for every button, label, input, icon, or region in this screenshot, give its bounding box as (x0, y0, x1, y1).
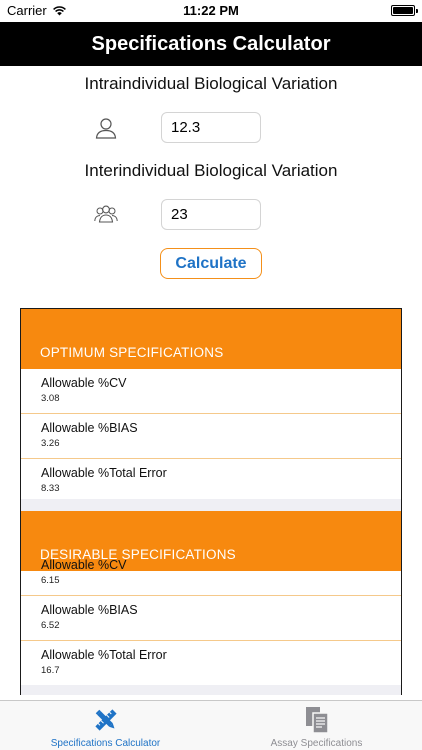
results-panel[interactable]: OPTIMUM SPECIFICATIONS Allowable %CV 3.0… (20, 308, 402, 695)
documents-icon (306, 707, 329, 734)
optimum-cv-row: Allowable %CV 3.08 (21, 369, 401, 414)
group-icon (94, 205, 118, 223)
nav-title: Specifications Calculator (91, 32, 331, 55)
row-label: Allowable %BIAS (41, 603, 138, 617)
status-bar: Carrier 11:22 PM (0, 0, 422, 22)
desirable-bias-row: Allowable %BIAS 6.52 (21, 596, 401, 641)
nav-bar: Specifications Calculator (0, 22, 422, 66)
tab-label: Specifications Calculator (50, 738, 161, 749)
row-label: Allowable %CV (41, 558, 127, 572)
tab-specifications-calculator[interactable]: Specifications Calculator (0, 701, 211, 750)
desirable-cv-row: Allowable %CV 6.15 (21, 551, 401, 596)
calculate-button[interactable]: Calculate (160, 248, 262, 279)
person-icon (95, 118, 117, 139)
row-value: 3.08 (41, 393, 60, 404)
tab-assay-specifications[interactable]: Assay Specifications (211, 701, 422, 750)
ruler-pencil-icon (95, 709, 117, 731)
optimum-header-label: OPTIMUM SPECIFICATIONS (40, 345, 224, 360)
row-value: 8.33 (41, 483, 60, 494)
row-value: 6.15 (41, 575, 60, 586)
interindividual-input[interactable] (161, 199, 261, 230)
row-label: Allowable %Total Error (41, 466, 167, 480)
optimum-bias-row: Allowable %BIAS 3.26 (21, 414, 401, 459)
optimum-header: OPTIMUM SPECIFICATIONS (21, 309, 401, 369)
optimum-total-error-row: Allowable %Total Error 8.33 (21, 459, 401, 504)
tab-label: Assay Specifications (270, 738, 363, 749)
desirable-total-error-row: Allowable %Total Error 16.7 (21, 641, 401, 686)
status-time: 11:22 PM (183, 3, 239, 18)
battery-icon (391, 5, 418, 16)
group-separator (21, 685, 401, 695)
row-label: Allowable %Total Error (41, 648, 167, 662)
row-value: 16.7 (41, 665, 60, 676)
row-value: 6.52 (41, 620, 60, 631)
row-label: Allowable %BIAS (41, 421, 138, 435)
interindividual-label: Interindividual Biological Variation (84, 161, 338, 180)
group-separator (21, 499, 401, 511)
tab-bar: Specifications Calculator Assay Specific… (0, 700, 422, 750)
row-value: 3.26 (41, 438, 60, 449)
intraindividual-input[interactable] (161, 112, 261, 143)
row-label: Allowable %CV (41, 376, 127, 390)
intraindividual-label: Intraindividual Biological Variation (84, 74, 338, 93)
